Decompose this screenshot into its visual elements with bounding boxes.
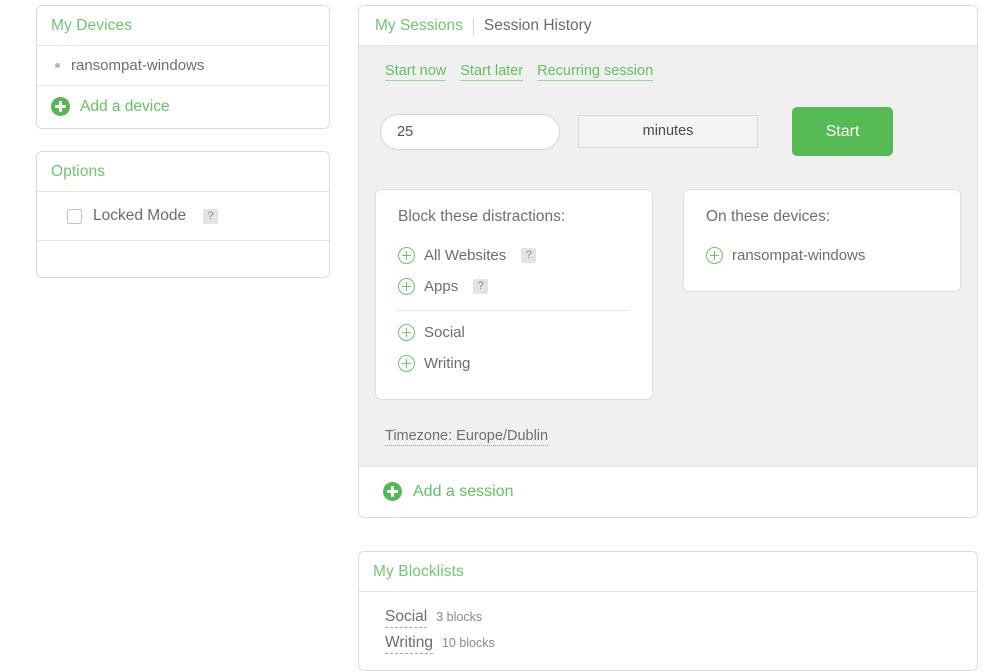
add-session-label: Add a session: [413, 482, 514, 500]
on-these-devices-title: On these devices:: [706, 208, 831, 225]
plus-circle-outline-icon: [398, 324, 415, 341]
blocklist-name[interactable]: Social: [385, 608, 428, 628]
plus-circle-icon: [51, 97, 70, 116]
block-item-all-websites[interactable]: All Websites ?: [398, 240, 630, 271]
card-divider: [398, 310, 630, 311]
options-header: Options: [37, 152, 329, 192]
my-devices-title: My Devices: [51, 17, 133, 34]
duration-input[interactable]: [380, 113, 560, 150]
start-button[interactable]: Start: [792, 107, 893, 156]
block-distractions-card: Block these distractions: All Websites ?…: [375, 189, 653, 400]
block-item-label: Apps: [424, 278, 459, 295]
options-panel: Options Locked Mode ?: [36, 151, 330, 278]
options-title: Options: [51, 163, 106, 180]
my-devices-panel: My Devices ransompat-windows Add a devic…: [36, 5, 330, 129]
tab-my-sessions[interactable]: My Sessions: [375, 17, 473, 35]
link-recurring-session[interactable]: Recurring session: [537, 63, 654, 81]
session-body: Start now Start later Recurring session …: [359, 46, 977, 466]
session-device-label: ransompat-windows: [732, 247, 866, 264]
my-blocklists-header: My Blocklists: [359, 552, 977, 592]
blocklist-list: Social 3 blocks Writing 10 blocks: [359, 592, 977, 670]
blocklist-name[interactable]: Writing: [385, 634, 433, 654]
block-item-apps[interactable]: Apps ?: [398, 271, 630, 302]
sessions-tab-bar: My Sessions Session History: [359, 6, 977, 46]
my-blocklists-title: My Blocklists: [373, 563, 464, 580]
session-cards-row: Block these distractions: All Websites ?…: [359, 189, 977, 400]
blocklist-count: 10 blocks: [441, 636, 495, 650]
on-these-devices-card: On these devices: ransompat-windows: [683, 189, 961, 292]
timezone-link[interactable]: Timezone: Europe/Dublin: [385, 428, 549, 446]
tab-session-history[interactable]: Session History: [474, 17, 592, 35]
session-mode-links: Start now Start later Recurring session: [359, 63, 977, 81]
plus-circle-icon: [383, 482, 402, 501]
add-device-button[interactable]: Add a device: [37, 86, 329, 128]
my-blocklists-panel: My Blocklists Social 3 blocks Writing 10…: [358, 551, 978, 671]
session-controls: minutes Start: [359, 107, 977, 156]
timezone-row: Timezone: Europe/Dublin: [359, 400, 977, 466]
blocklist-count: 3 blocks: [436, 610, 483, 624]
help-icon[interactable]: ?: [473, 279, 489, 294]
session-device-item[interactable]: ransompat-windows: [706, 240, 938, 271]
locked-mode-label: Locked Mode: [93, 207, 187, 224]
plus-circle-outline-icon: [398, 355, 415, 372]
device-name: ransompat-windows: [71, 57, 205, 74]
unit-select[interactable]: minutes: [578, 115, 758, 148]
block-distractions-title: Block these distractions:: [398, 208, 566, 225]
block-item-label: Writing: [424, 355, 471, 372]
add-device-label: Add a device: [80, 97, 170, 115]
my-sessions-panel: My Sessions Session History Start now St…: [358, 5, 978, 518]
add-session-button[interactable]: Add a session: [359, 466, 977, 517]
blocklist-row[interactable]: Writing 10 blocks: [385, 634, 977, 654]
left-column: My Devices ransompat-windows Add a devic…: [36, 5, 330, 278]
locked-mode-checkbox[interactable]: [67, 208, 82, 224]
block-item-label: All Websites: [424, 247, 507, 264]
plus-circle-outline-icon: [398, 278, 415, 295]
help-icon[interactable]: ?: [521, 248, 537, 263]
link-start-now[interactable]: Start now: [385, 63, 447, 81]
block-item-social[interactable]: Social: [398, 317, 630, 348]
block-item-label: Social: [424, 324, 465, 341]
locked-mode-row[interactable]: Locked Mode ?: [37, 192, 329, 241]
link-start-later[interactable]: Start later: [460, 63, 524, 81]
device-list-item[interactable]: ransompat-windows: [37, 46, 329, 86]
bullet-icon: [55, 63, 60, 68]
block-item-writing[interactable]: Writing: [398, 348, 630, 379]
options-footer-spacer: [37, 241, 329, 277]
plus-circle-outline-icon: [398, 247, 415, 264]
blocklist-row[interactable]: Social 3 blocks: [385, 608, 977, 628]
my-devices-header: My Devices: [37, 6, 329, 46]
plus-circle-outline-icon: [706, 247, 723, 264]
help-icon[interactable]: ?: [203, 208, 219, 224]
